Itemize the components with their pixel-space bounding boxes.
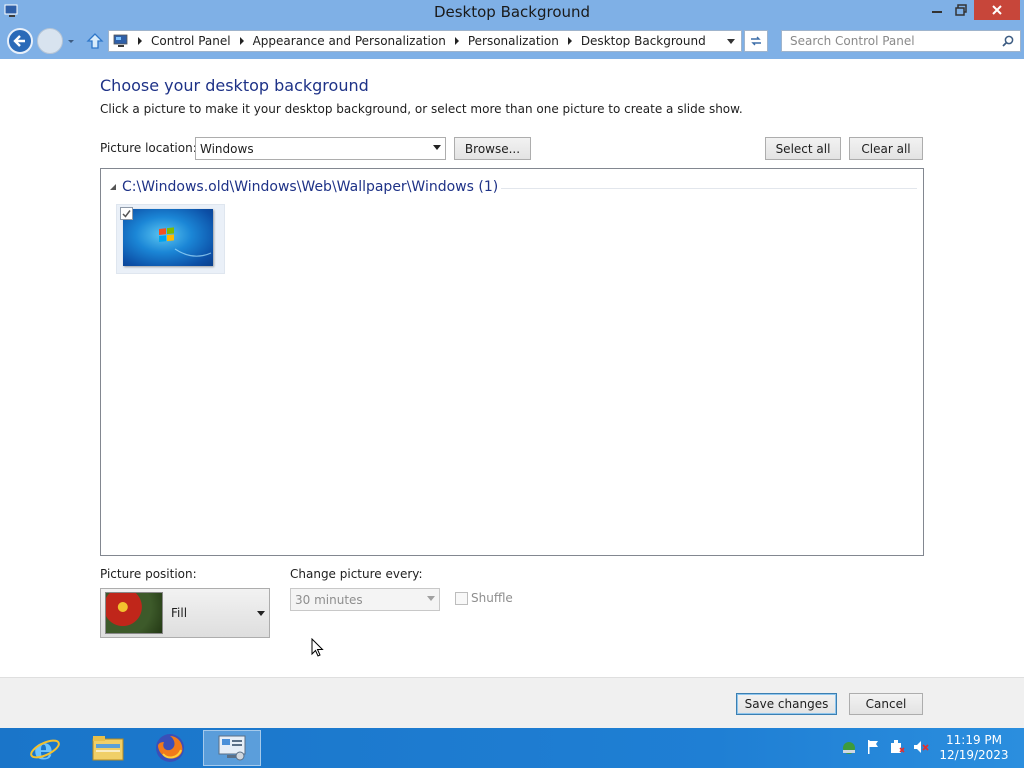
forward-button[interactable] [37,28,63,54]
taskbar-internet-explorer[interactable]: e [16,730,74,766]
taskbar-control-panel[interactable] [203,730,261,766]
page-title: Choose your desktop background [100,76,369,95]
page-description: Click a picture to make it your desktop … [100,102,743,116]
control-panel-icon [218,735,246,761]
save-changes-button[interactable]: Save changes [736,693,837,715]
restore-icon [955,4,967,16]
breadcrumb-appearance-and-personalization[interactable]: Appearance and Personalization [253,34,446,48]
refresh-button[interactable] [744,30,768,52]
search-icon[interactable] [1002,35,1014,47]
picture-position-label: Picture position: [100,567,197,581]
window-title: Desktop Background [433,3,591,21]
cancel-button[interactable]: Cancel [849,693,923,715]
power-icon[interactable] [888,738,906,756]
change-interval-label: Change picture every: [290,567,423,581]
change-interval-select[interactable]: 30 minutes [290,588,440,611]
collapse-group-icon[interactable] [110,184,116,190]
taskbar-clock[interactable]: 11:19 PM 12/19/2023 [938,733,1010,763]
refresh-icon [751,36,761,46]
picture-location-select[interactable]: Windows [195,137,446,160]
group-header[interactable]: C:\Windows.old\Windows\Web\Wallpaper\Win… [122,179,498,195]
chevron-down-icon [427,596,435,601]
mouse-pointer-icon [311,638,324,657]
picture-gallery[interactable]: C:\Windows.old\Windows\Web\Wallpaper\Win… [100,168,924,556]
title-bar: Desktop Background [0,0,1024,24]
network-icon[interactable] [840,738,858,756]
picture-location-value: Windows [200,141,254,156]
taskbar-firefox[interactable] [141,730,199,766]
picture-location-label: Picture location: [100,141,197,155]
restore-button[interactable] [950,0,972,20]
address-bar[interactable]: Control Panel Appearance and Personaliza… [108,30,742,52]
change-interval-value: 30 minutes [295,592,363,607]
position-preview-image [105,592,163,634]
breadcrumb-control-panel[interactable]: Control Panel [151,34,231,48]
recent-pages-dropdown-icon[interactable] [67,36,75,46]
chevron-right-icon[interactable] [454,37,460,45]
chevron-right-icon[interactable] [137,37,143,45]
volume-muted-icon[interactable] [912,738,930,756]
close-icon [992,5,1002,15]
group-divider [501,188,917,189]
action-center-flag-icon[interactable] [864,738,882,756]
system-tray [840,738,930,756]
select-all-button[interactable]: Select all [765,137,841,160]
picture-position-select[interactable]: Fill [100,588,270,638]
search-box[interactable] [781,30,1021,52]
taskbar-file-explorer[interactable] [79,730,137,766]
minimize-button[interactable] [926,0,948,20]
clock-time: 11:19 PM [946,733,1002,747]
chevron-down-icon [257,611,265,616]
wallpaper-image [123,209,213,266]
wallpaper-checkbox[interactable] [120,207,133,220]
wallpaper-thumbnail[interactable] [116,204,225,274]
chevron-right-icon[interactable] [239,37,245,45]
chevron-down-icon [433,145,441,150]
close-button[interactable] [974,0,1020,20]
breadcrumb-desktop-background[interactable]: Desktop Background [581,34,706,48]
content-area: Choose your desktop background Click a p… [0,59,1024,677]
browse-button[interactable]: Browse... [454,137,531,160]
back-arrow-icon [13,35,25,47]
firefox-icon [156,734,184,762]
taskbar: e 11:19 PM 12/19/2023 [0,728,1024,768]
shuffle-label: Shuffle [471,591,513,605]
breadcrumb-personalization[interactable]: Personalization [468,34,559,48]
clear-all-button[interactable]: Clear all [849,137,923,160]
windows-logo-icon [159,227,212,257]
shuffle-box[interactable] [455,591,468,605]
address-dropdown-icon[interactable] [727,39,735,45]
back-button[interactable] [7,28,33,54]
control-panel-icon [113,34,128,47]
picture-position-value: Fill [171,606,188,620]
internet-explorer-icon: e [30,732,60,764]
checkmark-icon [122,210,131,218]
chevron-right-icon[interactable] [567,37,573,45]
dialog-footer: Save changes Cancel [0,677,1024,728]
navigation-bar: Control Panel Appearance and Personaliza… [0,24,1024,59]
search-input[interactable] [790,34,990,48]
up-arrow-icon[interactable] [86,32,104,50]
shuffle-checkbox[interactable]: Shuffle [455,591,513,605]
file-explorer-icon [92,736,124,761]
clock-date: 12/19/2023 [939,748,1009,762]
minimize-icon [932,11,942,13]
